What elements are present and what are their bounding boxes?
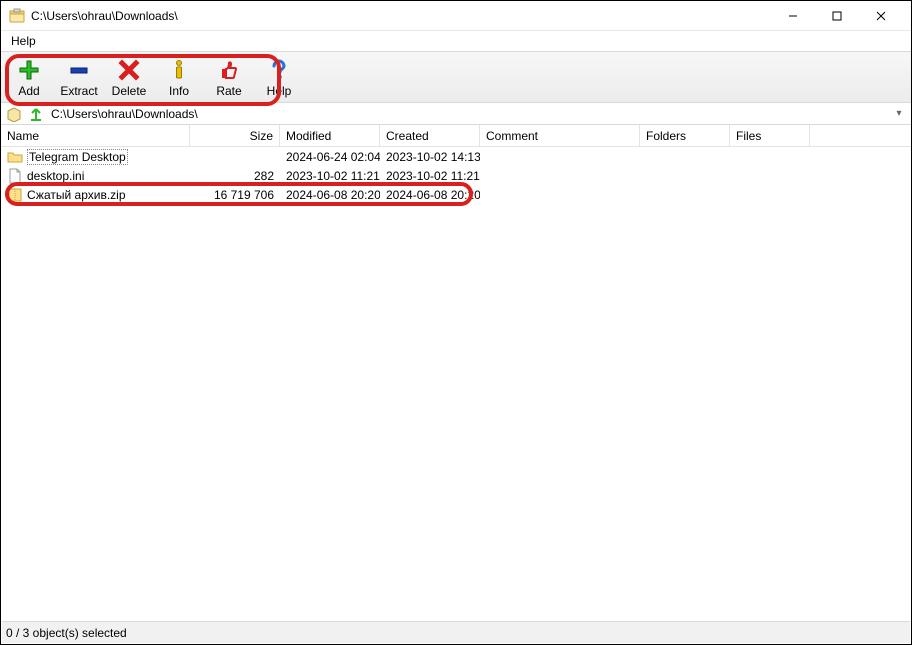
col-modified[interactable]: Modified (280, 125, 380, 146)
close-button[interactable] (859, 2, 903, 30)
title-bar: C:\Users\ohrau\Downloads\ (1, 1, 911, 31)
minimize-button[interactable] (771, 2, 815, 30)
plus-icon (17, 58, 41, 82)
table-row[interactable]: desktop.ini 282 2023-10-02 11:21 2023-10… (1, 166, 911, 185)
extract-label: Extract (60, 84, 97, 98)
info-button[interactable]: Info (157, 56, 201, 100)
question-icon (267, 58, 291, 82)
rate-button[interactable]: Rate (207, 56, 251, 100)
add-label: Add (18, 84, 39, 98)
row-created: 2023-10-02 11:21 (380, 169, 480, 183)
row-size: 282 (190, 169, 280, 183)
row-created: 2023-10-02 14:13 (380, 150, 480, 164)
row-name: Сжатый архив.zip (27, 188, 126, 202)
table-row[interactable]: Telegram Desktop 2024-06-24 02:04 2023-1… (1, 147, 911, 166)
status-text: 0 / 3 object(s) selected (6, 626, 127, 640)
delete-button[interactable]: Delete (107, 56, 151, 100)
extract-button[interactable]: Extract (57, 56, 101, 100)
col-size[interactable]: Size (190, 125, 280, 146)
file-icon (7, 168, 23, 184)
folder-nav-icon[interactable] (5, 105, 23, 123)
path-bar: C:\Users\ohrau\Downloads\ ▾ (1, 103, 911, 125)
row-modified: 2023-10-02 11:21 (280, 169, 380, 183)
up-icon[interactable] (27, 105, 45, 123)
col-folders[interactable]: Folders (640, 125, 730, 146)
rate-label: Rate (216, 84, 241, 98)
row-name: Telegram Desktop (27, 149, 128, 165)
help-button[interactable]: Help (257, 56, 301, 100)
delete-label: Delete (112, 84, 147, 98)
help-label: Help (267, 84, 292, 98)
folder-icon (7, 149, 23, 165)
add-button[interactable]: Add (7, 56, 51, 100)
table-row[interactable]: Сжатый архив.zip 16 719 706 2024-06-08 2… (1, 185, 911, 204)
col-created[interactable]: Created (380, 125, 480, 146)
path-text[interactable]: C:\Users\ohrau\Downloads\ (49, 107, 887, 121)
path-dropdown-icon[interactable]: ▾ (891, 108, 907, 119)
row-created: 2024-06-08 20:20 (380, 188, 480, 202)
thumbsup-icon (217, 58, 241, 82)
status-bar: 0 / 3 object(s) selected (2, 621, 910, 643)
minus-icon (67, 58, 91, 82)
col-name[interactable]: Name (1, 125, 190, 146)
row-modified: 2024-06-24 02:04 (280, 150, 380, 164)
menu-bar: Help (1, 31, 911, 51)
file-list: Name Size Modified Created Comment Folde… (1, 125, 911, 204)
toolbar: Add Extract Delete (1, 51, 911, 103)
info-icon (167, 58, 191, 82)
app-icon (9, 8, 25, 24)
maximize-button[interactable] (815, 2, 859, 30)
x-icon (117, 58, 141, 82)
row-name: desktop.ini (27, 169, 84, 183)
info-label: Info (169, 84, 189, 98)
menu-help[interactable]: Help (7, 34, 40, 48)
zip-icon (7, 187, 23, 203)
row-size: 16 719 706 (190, 188, 280, 202)
row-modified: 2024-06-08 20:20 (280, 188, 380, 202)
col-files[interactable]: Files (730, 125, 810, 146)
col-comment[interactable]: Comment (480, 125, 640, 146)
window-title: C:\Users\ohrau\Downloads\ (31, 9, 178, 23)
column-headers: Name Size Modified Created Comment Folde… (1, 125, 911, 147)
